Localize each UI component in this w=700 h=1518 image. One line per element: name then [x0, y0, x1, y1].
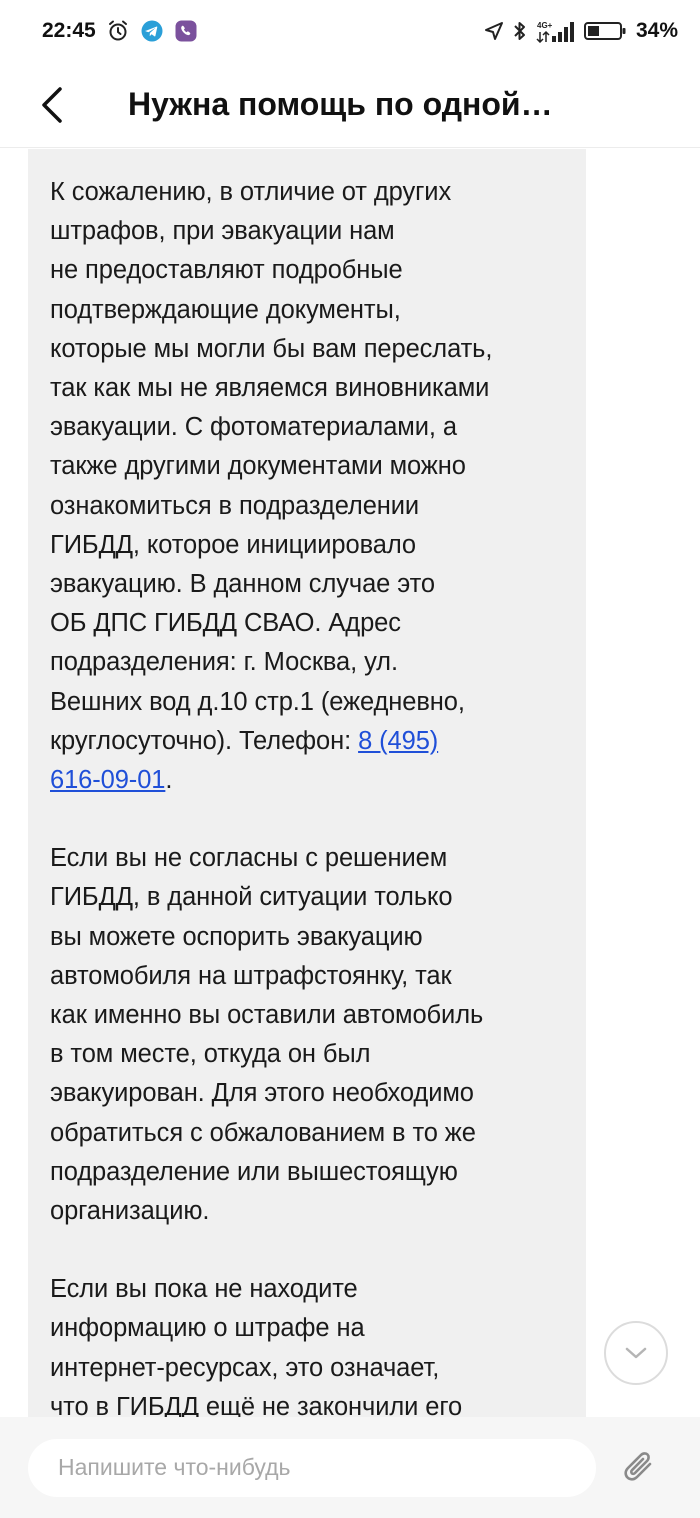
p1-line: ОБ ДПС ГИБДД СВАО. Адрес: [50, 609, 401, 638]
p2-line: организацию.: [50, 1197, 210, 1226]
paperclip-icon: [624, 1451, 652, 1481]
p3-line: Если вы пока не находите: [50, 1275, 358, 1304]
message-paragraph-1: К сожалению, в отличие от других штрафов…: [50, 173, 564, 800]
p1-line: круглосуточно). Телефон:: [50, 726, 359, 755]
p3-line: информацию о штрафе на: [50, 1314, 365, 1343]
telegram-icon: [140, 19, 164, 43]
p3-line: интернет-ресурсах, это означает,: [50, 1353, 440, 1382]
p1-line: эвакуацию. В данном случае это: [50, 570, 435, 599]
battery-percent: 34%: [635, 19, 678, 42]
p1-line: Вешних вод д.10 стр.1 (ежедневно,: [50, 687, 465, 716]
p1-line: ГИБДД, которое инициировало: [50, 530, 416, 559]
p2-line: подразделение или вышестоящую: [50, 1157, 458, 1186]
p1-line: эвакуации. С фотоматериалами, а: [50, 413, 457, 442]
viber-icon: [174, 19, 198, 43]
message-paragraph-2: Если вы не согласны с решением ГИБДД, в …: [50, 839, 564, 1231]
network-type-label: 4G+: [537, 21, 553, 30]
p2-line: как именно вы оставили автомобиль: [50, 1001, 484, 1030]
chat-header: Нужна помощь по одной…: [0, 62, 700, 148]
location-arrow-icon: [484, 21, 504, 41]
p1-line: не предоставляют подробные: [50, 256, 403, 285]
signal-icon: 4G+: [536, 19, 576, 43]
alarm-clock-icon: [106, 19, 130, 43]
phone-suffix: .: [165, 766, 173, 795]
p2-line: автомобиля на штрафстоянку, так: [50, 961, 452, 990]
battery-icon: [583, 20, 628, 42]
status-bar-left: 22:45: [42, 19, 198, 43]
p1-line: так как мы не являемся виновниками: [50, 374, 490, 403]
p2-line: ГИБДД, в данной ситуации только: [50, 883, 453, 912]
p1-line: подтверждающие документы,: [50, 295, 401, 324]
chevron-left-icon: [42, 86, 62, 123]
p1-line: К сожалению, в отличие от других: [50, 178, 452, 206]
p1-line: штрафов, при эвакуации нам: [50, 217, 395, 246]
status-bar-right: 4G+ 34%: [484, 19, 678, 43]
p1-line: которые мы могли бы вам переслать,: [50, 334, 493, 363]
message-input[interactable]: [28, 1438, 596, 1497]
attach-button[interactable]: [616, 1444, 664, 1492]
p1-line: ознакомиться в подразделении: [50, 491, 420, 520]
p1-line: подразделения: г. Москва, ул.: [50, 648, 398, 677]
p2-line: Если вы не согласны с решением: [50, 844, 448, 873]
message-paragraph-3: Если вы пока не находите информацию о шт…: [50, 1270, 564, 1417]
back-button[interactable]: [24, 77, 80, 133]
chat-area[interactable]: К сожалению, в отличие от других штрафов…: [0, 149, 700, 1417]
status-bar: 22:45 4G+ 34%: [0, 0, 700, 62]
p2-line: в том месте, откуда он был: [50, 1040, 371, 1069]
support-message-bubble: К сожалению, в отличие от других штрафов…: [28, 149, 586, 1417]
input-bar: [0, 1417, 700, 1518]
chevron-down-icon: [625, 1347, 647, 1359]
bluetooth-icon: [512, 20, 528, 42]
p2-line: обратиться с обжалованием в то же: [50, 1118, 476, 1147]
scroll-down-button[interactable]: [604, 1321, 668, 1385]
status-time: 22:45: [42, 19, 96, 42]
p2-line: вы можете оспорить эвакуацию: [50, 922, 423, 951]
p2-line: эвакуирован. Для этого необходимо: [50, 1079, 474, 1108]
page-title: Нужна помощь по одной…: [128, 86, 553, 122]
p3-line: что в ГИБДД ещё не закончили его: [50, 1392, 463, 1417]
p1-line: также другими документами можно: [50, 452, 466, 481]
